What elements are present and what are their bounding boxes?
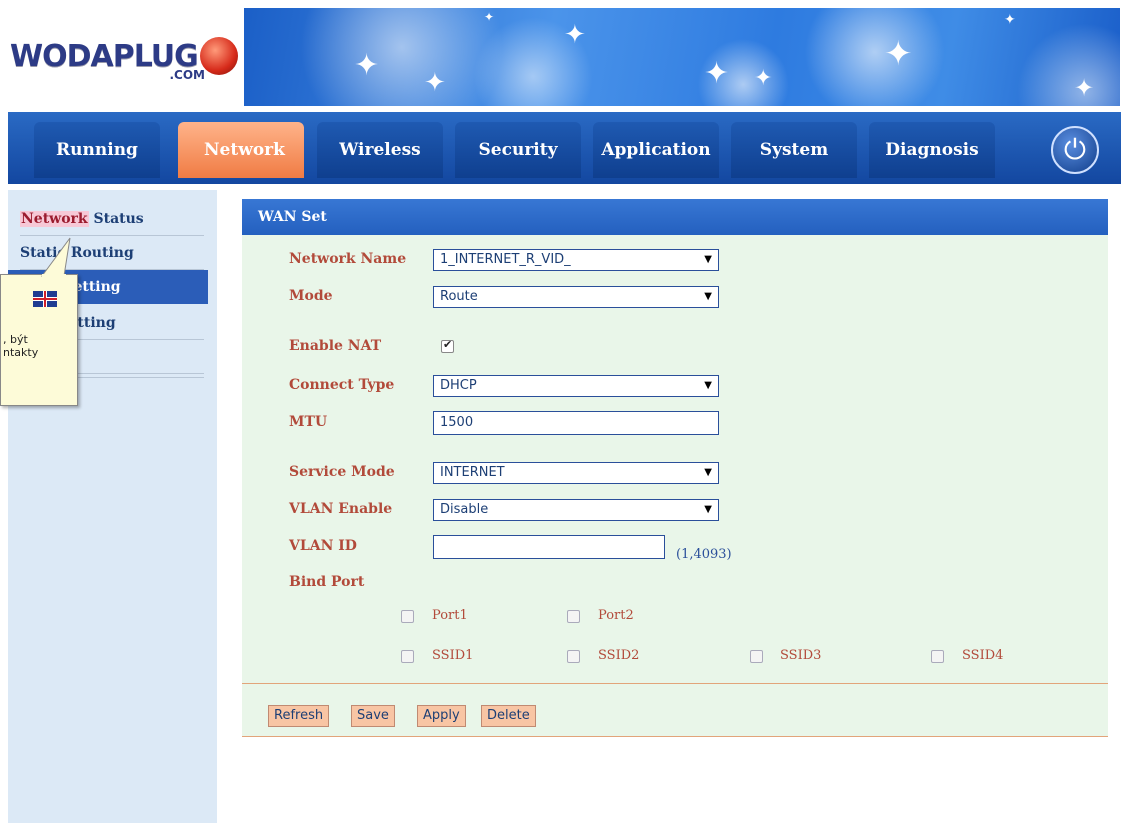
ssid1-checkbox[interactable] xyxy=(401,650,414,663)
ssid3-label: SSID3 xyxy=(780,648,822,663)
mode-label: Mode xyxy=(289,288,333,304)
tab-security[interactable]: Security xyxy=(455,122,581,178)
star-icon: ✦ xyxy=(704,56,730,91)
ssid4-label: SSID4 xyxy=(962,648,1004,663)
star-icon: ✦ xyxy=(754,66,773,91)
star-icon: ✦ xyxy=(1074,74,1095,102)
mtu-input[interactable]: 1500 xyxy=(433,411,719,435)
power-icon[interactable]: ⏻ xyxy=(1051,126,1099,174)
panel-divider xyxy=(242,683,1108,684)
port1-checkbox[interactable] xyxy=(401,610,414,623)
mtu-label: MTU xyxy=(289,414,328,430)
tab-network[interactable]: Network xyxy=(178,122,304,178)
logo-sub: .COM xyxy=(169,68,205,82)
mode-select[interactable]: Route ▼ xyxy=(433,286,719,308)
ssid2-checkbox[interactable] xyxy=(567,650,580,663)
tab-system[interactable]: System xyxy=(731,122,857,178)
logo-orb-icon xyxy=(199,37,238,75)
port1-label: Port1 xyxy=(432,608,468,623)
service-mode-select[interactable]: INTERNET ▼ xyxy=(433,462,719,484)
ssid2-label: SSID2 xyxy=(598,648,640,663)
wodaplug-logo: WODAPLUG .COM xyxy=(8,30,238,82)
tooltip-pointer xyxy=(41,237,71,278)
dropdown-arrow-icon: ▼ xyxy=(704,467,712,478)
port2-label: Port2 xyxy=(598,608,634,623)
ssid4-checkbox[interactable] xyxy=(931,650,944,663)
sidebar-item-label: Status xyxy=(88,211,144,227)
star-icon: ✦ xyxy=(564,20,586,50)
ssid1-label: SSID1 xyxy=(432,648,474,663)
refresh-button[interactable]: Refresh xyxy=(268,705,330,727)
service-mode-label: Service Mode xyxy=(289,464,395,480)
uk-flag-icon[interactable] xyxy=(33,291,57,307)
bind-port-label: Bind Port xyxy=(289,574,365,590)
main-nav: Running Network Wireless Security Applic… xyxy=(8,112,1121,184)
port2-checkbox[interactable] xyxy=(567,610,580,623)
panel-title: WAN Set xyxy=(242,199,1108,235)
vlan-enable-label: VLAN Enable xyxy=(289,501,393,517)
star-icon: ✦ xyxy=(424,68,446,98)
star-icon: ✦ xyxy=(354,48,380,83)
tab-wireless[interactable]: Wireless xyxy=(317,122,443,178)
wan-set-panel: WAN Set Network Name 1_INTERNET_R_VID_ ▼ … xyxy=(242,199,1108,737)
dropdown-arrow-icon: ▼ xyxy=(704,254,712,265)
star-icon: ✦ xyxy=(484,10,495,24)
sidebar-item-network-status[interactable]: Network Status xyxy=(20,202,204,236)
tab-diagnosis[interactable]: Diagnosis xyxy=(869,122,995,178)
dropdown-arrow-icon: ▼ xyxy=(704,504,712,515)
dropdown-arrow-icon: ▼ xyxy=(704,380,712,391)
ssid3-checkbox[interactable] xyxy=(750,650,763,663)
network-name-label: Network Name xyxy=(289,251,407,267)
tab-running[interactable]: Running xyxy=(34,122,160,178)
tab-application[interactable]: Application xyxy=(593,122,719,178)
connect-type-select[interactable]: DHCP ▼ xyxy=(433,375,719,397)
network-name-select[interactable]: 1_INTERNET_R_VID_ ▼ xyxy=(433,249,719,271)
enable-nat-label: Enable NAT xyxy=(289,338,382,354)
enable-nat-checkbox[interactable] xyxy=(441,338,454,353)
vlan-id-input[interactable] xyxy=(433,535,665,559)
apply-button[interactable]: Apply xyxy=(417,705,466,727)
vlan-id-label: VLAN ID xyxy=(289,538,357,554)
vlan-enable-select[interactable]: Disable ▼ xyxy=(433,499,719,521)
star-icon: ✦ xyxy=(884,34,913,74)
translation-tooltip[interactable]: , být ntakty xyxy=(0,274,78,406)
star-icon: ✦ xyxy=(1004,12,1016,28)
save-button[interactable]: Save xyxy=(351,705,395,727)
dropdown-arrow-icon: ▼ xyxy=(704,291,712,302)
vlan-id-range: (1,4093) xyxy=(676,547,732,562)
header-banner: ✦ ✦ ✦ ✦ ✦ ✦ ✦ ✦ ✦ xyxy=(244,8,1120,106)
sidebar-item-label-highlight: Network xyxy=(20,211,89,227)
connect-type-label: Connect Type xyxy=(289,377,395,393)
tooltip-text: , být ntakty xyxy=(3,333,39,359)
delete-button[interactable]: Delete xyxy=(481,705,536,727)
